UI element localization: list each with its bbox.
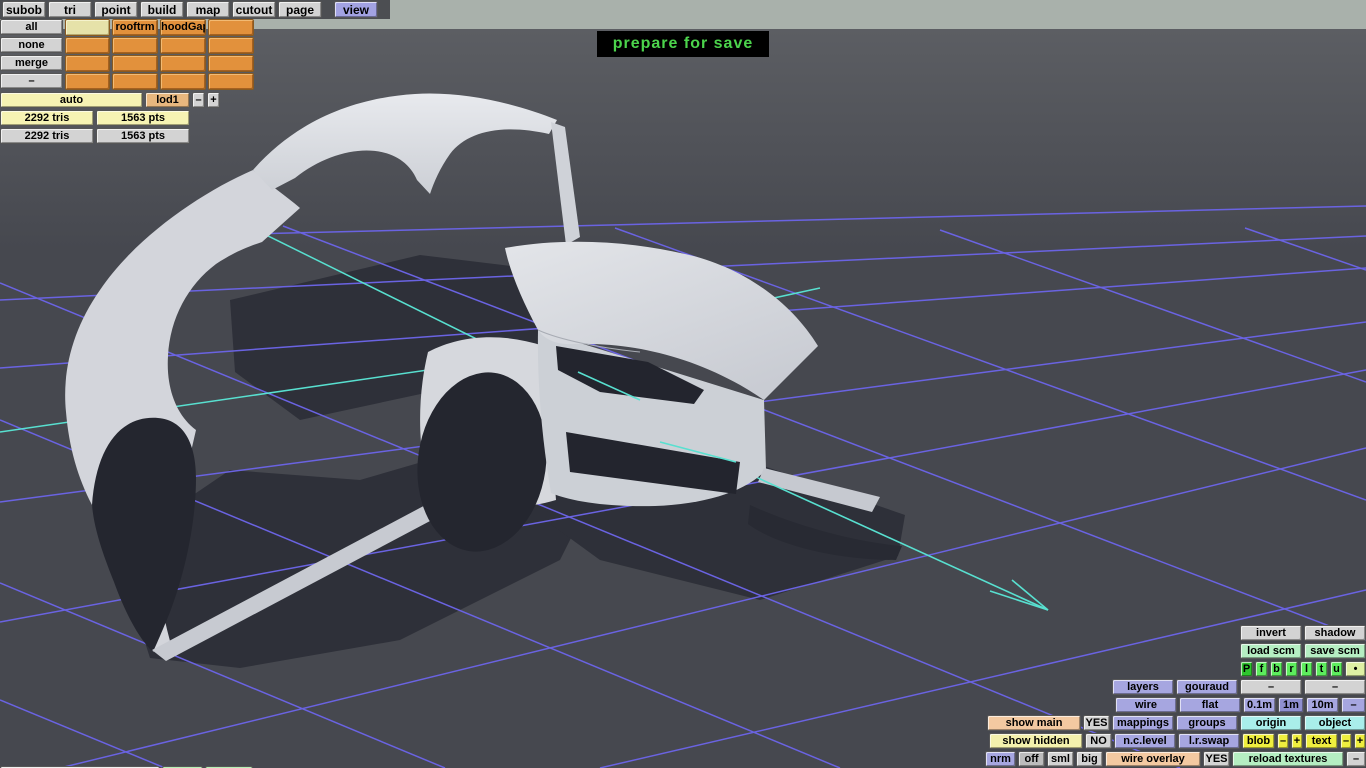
view-r-r2c3[interactable]: r [1285, 661, 1298, 677]
lod-minus-button[interactable]: – [192, 92, 205, 108]
tab-point[interactable]: point [94, 1, 138, 18]
tab-subob[interactable]: subob [2, 1, 46, 18]
view-save-scm-r1c1[interactable]: save scm [1304, 643, 1366, 659]
slot-cell-r0c2[interactable]: hoodGap [160, 19, 206, 36]
viewport-3d[interactable] [0, 0, 1366, 768]
view-blank-r6c8[interactable]: – [1340, 733, 1352, 749]
view-wire-overlay-r7c4[interactable]: wire overlay [1105, 751, 1201, 767]
view-0.1m-r4c2[interactable]: 0.1m [1243, 697, 1276, 713]
view-mappings-r5c2[interactable]: mappings [1112, 715, 1174, 731]
lod-level-button[interactable]: lod1 [145, 92, 190, 108]
view-l.r.swap-r6c3[interactable]: l.r.swap [1178, 733, 1240, 749]
subob-all-button[interactable]: all [0, 19, 63, 35]
view-load-scm-r1c0[interactable]: load scm [1240, 643, 1302, 659]
view-wire-r4c0[interactable]: wire [1115, 697, 1177, 713]
tab-tri[interactable]: tri [48, 1, 92, 18]
view-blank-r4c5[interactable]: – [1341, 697, 1366, 713]
view-t-r2c5[interactable]: t [1315, 661, 1328, 677]
view-invert-r0c0[interactable]: invert [1240, 625, 1302, 641]
slot-cell-r2c1[interactable] [112, 55, 158, 72]
view-sml-r7c2[interactable]: sml [1047, 751, 1074, 767]
view-nrm-r7c0[interactable]: nrm [985, 751, 1016, 767]
view-blank-r3c3[interactable]: – [1304, 679, 1366, 695]
slot-cell-r1c2[interactable] [160, 37, 206, 54]
menu-bar: subob tri point build map cutout page view [0, 0, 378, 18]
view-l-r2c4[interactable]: l [1300, 661, 1313, 677]
tab-page[interactable]: page [278, 1, 322, 18]
subob-blank-button[interactable]: – [0, 73, 63, 89]
view-blank-r3c2[interactable]: – [1240, 679, 1302, 695]
pts-count-1: 1563 pts [96, 128, 190, 144]
view-blank-r6c5[interactable]: – [1277, 733, 1289, 749]
view-yes-r5c1[interactable]: YES [1083, 715, 1110, 731]
view-off-r7c1[interactable]: off [1018, 751, 1045, 767]
slot-cell-r3c1[interactable] [112, 73, 158, 90]
slot-cell-r2c2[interactable] [160, 55, 206, 72]
view-blob-r6c4[interactable]: blob [1242, 733, 1275, 749]
tab-build[interactable]: build [140, 1, 184, 18]
view-u-r2c6[interactable]: u [1330, 661, 1343, 677]
view-gouraud-r3c1[interactable]: gouraud [1176, 679, 1238, 695]
slot-cell-r1c0[interactable] [65, 37, 110, 54]
slot-cell-r2c0[interactable] [65, 55, 110, 72]
save-status-banner: prepare for save [597, 31, 769, 57]
view-n.c.level-r6c2[interactable]: n.c.level [1114, 733, 1176, 749]
slot-cell-r3c3[interactable] [208, 73, 254, 90]
view-p-r2c0[interactable]: P [1240, 661, 1253, 677]
view-10m-r4c4[interactable]: 10m [1306, 697, 1339, 713]
view-yes-r7c5[interactable]: YES [1203, 751, 1230, 767]
tris-count-1: 2292 tris [0, 128, 94, 144]
slot-cell-r2c3[interactable] [208, 55, 254, 72]
view-show-main-r5c0[interactable]: show main [987, 715, 1081, 731]
view-flat-r4c1[interactable]: flat [1179, 697, 1241, 713]
subob-merge-button[interactable]: merge [0, 55, 63, 71]
slot-cell-r3c0[interactable] [65, 73, 110, 90]
view-shadow-r0c1[interactable]: shadow [1304, 625, 1366, 641]
view-big-r7c3[interactable]: big [1076, 751, 1103, 767]
subob-none-button[interactable]: none [0, 37, 63, 53]
view-blank-r6c6[interactable]: + [1291, 733, 1303, 749]
tab-cutout[interactable]: cutout [232, 1, 276, 18]
tris-count-0: 2292 tris [0, 110, 94, 126]
view-groups-r5c3[interactable]: groups [1176, 715, 1238, 731]
view-blank-r7c7[interactable]: – [1346, 751, 1366, 767]
view-origin-r5c4[interactable]: origin [1240, 715, 1302, 731]
view-layers-r3c0[interactable]: layers [1112, 679, 1174, 695]
pts-count-0: 1563 pts [96, 110, 190, 126]
slot-cell-r0c3[interactable] [208, 19, 254, 36]
view-text-r6c7[interactable]: text [1305, 733, 1338, 749]
view-1m-r4c3[interactable]: 1m [1278, 697, 1304, 713]
slot-cell-r3c2[interactable] [160, 73, 206, 90]
slot-cell-r0c0[interactable] [65, 19, 110, 36]
slot-cell-r1c3[interactable] [208, 37, 254, 54]
view-f-r2c1[interactable]: f [1255, 661, 1268, 677]
view-no-r6c1[interactable]: NO [1085, 733, 1112, 749]
lod-plus-button[interactable]: + [207, 92, 220, 108]
view-object-r5c5[interactable]: object [1304, 715, 1366, 731]
view-blank-r2c7[interactable]: • [1345, 661, 1366, 677]
tab-view[interactable]: view [334, 1, 378, 18]
view-show-hidden-r6c0[interactable]: show hidden [989, 733, 1083, 749]
tab-map[interactable]: map [186, 1, 230, 18]
view-reload-textures-r7c6[interactable]: reload textures [1232, 751, 1344, 767]
view-b-r2c2[interactable]: b [1270, 661, 1283, 677]
view-blank-r6c9[interactable]: + [1354, 733, 1366, 749]
app-window: subob tri point build map cutout page view prep… [0, 0, 1366, 768]
slot-cell-r1c1[interactable] [112, 37, 158, 54]
auto-lod-button[interactable]: auto [0, 92, 143, 108]
slot-cell-r0c1[interactable]: rooftrm [112, 19, 158, 36]
